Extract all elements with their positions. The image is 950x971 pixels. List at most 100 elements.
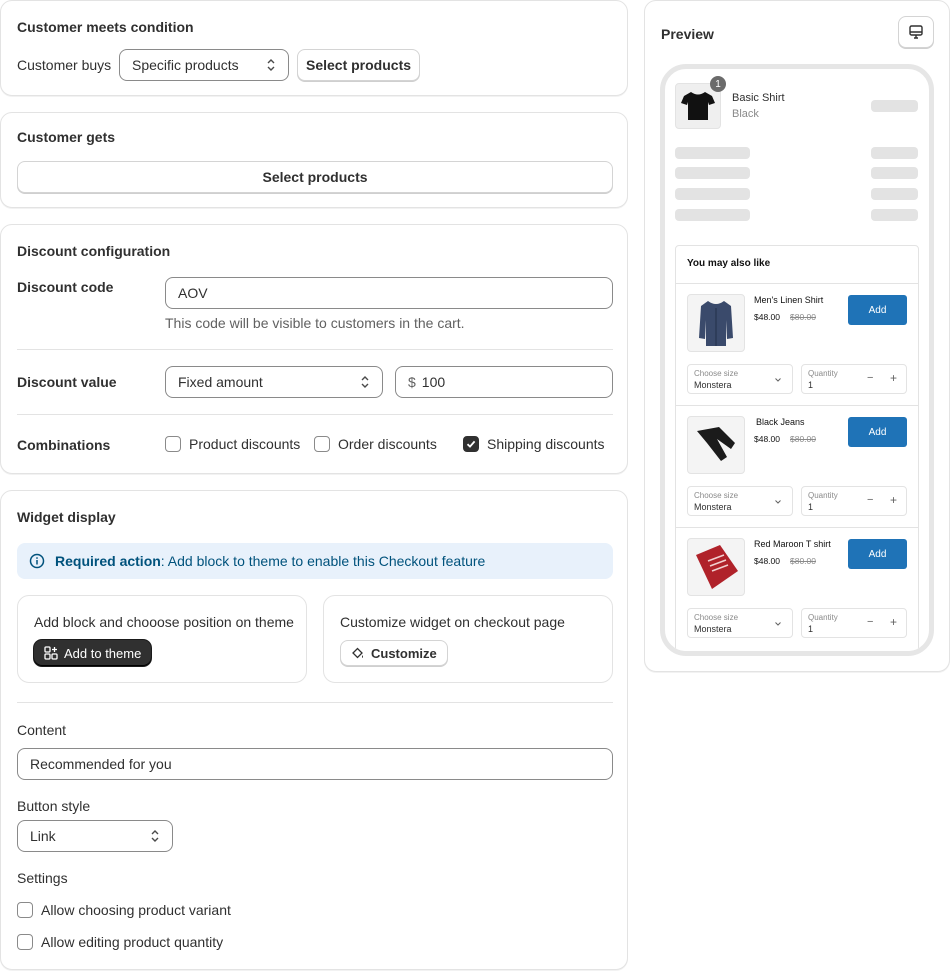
chevron-updown-icon	[360, 375, 370, 389]
card-title: Customer gets	[17, 129, 116, 145]
jeans-icon	[697, 427, 735, 461]
plus-icon[interactable]: +	[890, 371, 897, 385]
minus-icon[interactable]: −	[867, 372, 873, 384]
setting-edit-quantity[interactable]: Allow editing product quantity	[17, 934, 223, 950]
qty-caption: Quantity	[808, 491, 838, 500]
discount-value-label: Discount value	[17, 374, 117, 390]
select-value: Specific products	[132, 57, 239, 73]
banner-bold: Required action	[55, 553, 161, 569]
cart-qty-badge: 1	[710, 76, 726, 92]
divider	[17, 702, 613, 703]
minus-icon[interactable]: −	[867, 494, 873, 506]
add-block-card: Add block and chooose position on theme …	[17, 595, 307, 683]
checkbox[interactable]	[17, 934, 33, 950]
summary-skeleton	[675, 188, 750, 200]
button-style-select[interactable]: Link	[17, 820, 173, 852]
discount-code-helper: This code will be visible to customers i…	[165, 315, 465, 331]
upsell-title: You may also like	[687, 258, 771, 269]
banner-text: Required action: Add block to theme to e…	[55, 553, 485, 569]
desktop-view-button[interactable]	[898, 16, 934, 48]
product-compare-price: $80.00	[790, 434, 816, 444]
add-button[interactable]: Add	[848, 417, 907, 447]
customize-widget-card: Customize widget on checkout page Custom…	[323, 595, 613, 683]
checkbox[interactable]	[314, 436, 330, 452]
size-value: Monstera	[694, 624, 732, 634]
product-price: $48.00	[754, 434, 780, 444]
size-value: Monstera	[694, 502, 732, 512]
summary-skeleton	[871, 188, 918, 200]
monitor-icon	[909, 25, 923, 39]
plus-icon[interactable]: +	[890, 493, 897, 507]
required-action-banner: Required action: Add block to theme to e…	[17, 543, 613, 579]
chevron-updown-icon	[150, 829, 160, 843]
add-button[interactable]: Add	[848, 295, 907, 325]
button-label: Add to theme	[64, 645, 142, 661]
quantity-stepper[interactable]: Quantity 1 − +	[801, 486, 907, 516]
upsell-item: Men's Linen Shirt $48.00 $80.00 Add Choo…	[676, 283, 918, 405]
customer-condition-card: Customer meets condition Customer buys S…	[0, 0, 628, 96]
summary-skeleton	[871, 209, 918, 221]
price-skeleton	[871, 100, 918, 112]
cart-item-variant: Black	[732, 108, 759, 120]
quantity-stepper[interactable]: Quantity 1 − +	[801, 364, 907, 394]
size-select[interactable]: Choose size Monstera	[687, 486, 793, 516]
setting-choose-variant[interactable]: Allow choosing product variant	[17, 902, 231, 918]
product-image	[687, 294, 745, 352]
discount-config-card: Discount configuration Discount code AOV…	[0, 224, 628, 474]
discount-code-input[interactable]: AOV	[165, 277, 613, 309]
customer-buys-label: Customer buys	[17, 57, 112, 73]
product-compare-price: $80.00	[790, 312, 816, 322]
checkbox-label: Product discounts	[189, 436, 301, 452]
checkbox-checked[interactable]	[463, 436, 479, 452]
chevron-down-icon	[775, 500, 781, 504]
summary-skeleton	[675, 147, 750, 159]
red-tshirt-icon	[696, 545, 738, 589]
card-title: Discount configuration	[17, 243, 171, 259]
qty-caption: Quantity	[808, 613, 838, 622]
customer-buys-select[interactable]: Specific products	[119, 49, 289, 81]
combination-order-discounts[interactable]: Order discounts	[314, 436, 437, 452]
add-button[interactable]: Add	[848, 539, 907, 569]
qty-value: 1	[808, 502, 814, 512]
size-caption: Choose size	[694, 369, 739, 378]
customize-button[interactable]: Customize	[340, 640, 448, 666]
combination-shipping-discounts[interactable]: Shipping discounts	[463, 436, 605, 452]
content-input[interactable]: Recommended for you	[17, 748, 613, 780]
amount-value: 100	[421, 374, 446, 390]
chevron-down-icon	[775, 378, 781, 382]
checkbox-label: Shipping discounts	[487, 436, 605, 452]
product-name: Men's Linen Shirt	[754, 295, 824, 305]
select-products-button[interactable]: Select products	[297, 49, 420, 81]
plus-icon[interactable]: +	[890, 615, 897, 629]
upsell-item: Red Maroon T shirt $48.00 $80.00 Add Cho…	[676, 527, 918, 649]
qty-value: 1	[808, 624, 814, 634]
discount-amount-input[interactable]: $ 100	[395, 366, 613, 398]
minus-icon[interactable]: −	[867, 616, 873, 628]
product-name: Black Jeans	[756, 417, 805, 427]
card-title: Customer meets condition	[17, 19, 194, 35]
select-products-button[interactable]: Select products	[17, 161, 613, 193]
select-value: Link	[30, 828, 56, 844]
add-to-theme-button[interactable]: Add to theme	[34, 640, 152, 666]
product-compare-price: $80.00	[790, 556, 816, 566]
size-caption: Choose size	[694, 491, 739, 500]
select-value: Fixed amount	[178, 374, 263, 390]
combination-product-discounts[interactable]: Product discounts	[165, 436, 300, 452]
summary-skeleton	[871, 167, 918, 179]
discount-type-select[interactable]: Fixed amount	[165, 366, 383, 398]
banner-message: : Add block to theme to enable this Chec…	[160, 553, 486, 569]
tshirt-icon	[681, 92, 715, 120]
apps-add-icon	[44, 646, 58, 660]
size-select[interactable]: Choose size Monstera	[687, 608, 793, 638]
product-name: Red Maroon T shirt	[754, 539, 831, 549]
customer-gets-card: Customer gets Select products	[0, 112, 628, 208]
paint-bucket-icon	[352, 647, 363, 659]
checkbox[interactable]	[165, 436, 181, 452]
add-block-title: Add block and chooose position on theme	[34, 614, 294, 630]
quantity-stepper[interactable]: Quantity 1 − +	[801, 608, 907, 638]
size-select[interactable]: Choose size Monstera	[687, 364, 793, 394]
size-value: Monstera	[694, 380, 732, 390]
checkbox[interactable]	[17, 902, 33, 918]
size-caption: Choose size	[694, 613, 739, 622]
chevron-down-icon	[775, 622, 781, 626]
